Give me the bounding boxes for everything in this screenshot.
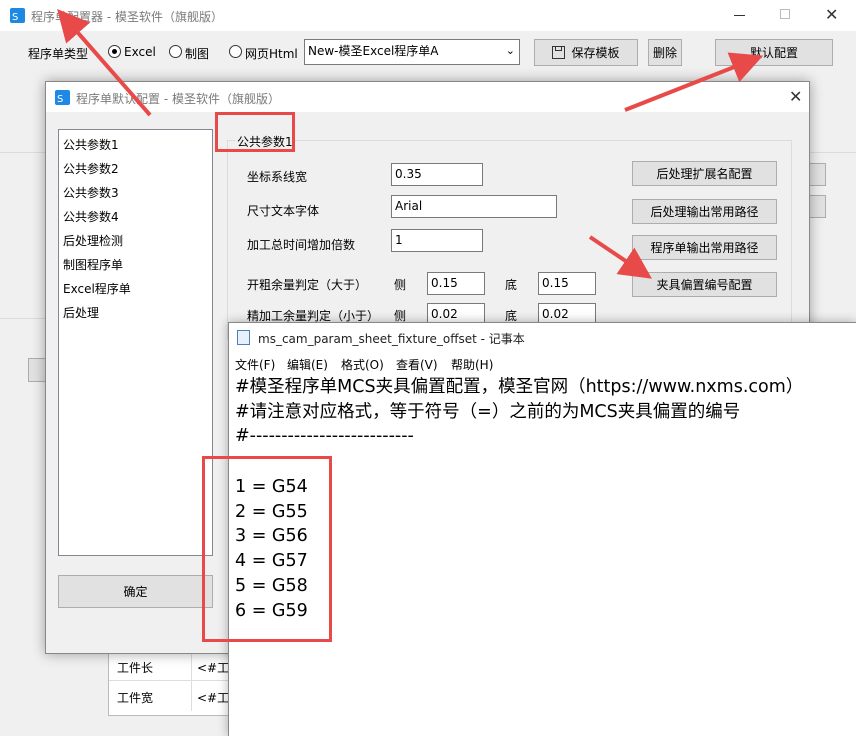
- radio-html-label: 网页Html: [245, 47, 298, 61]
- dim-font-value: Arial: [395, 199, 423, 213]
- rough-bottom-label: 底: [505, 278, 518, 292]
- rough-side-value: 0.15: [431, 276, 458, 290]
- menu-edit[interactable]: 编辑(E): [287, 356, 328, 373]
- coord-width-label: 坐标系线宽: [247, 170, 308, 184]
- list-item[interactable]: 公共参数3: [63, 184, 119, 201]
- radio-drawing[interactable]: [169, 45, 182, 58]
- delete-button[interactable]: 删除: [648, 39, 682, 66]
- menu-format[interactable]: 格式(O): [341, 356, 384, 373]
- table-row-value: <#工: [197, 661, 230, 675]
- rough-side-input[interactable]: 0.15: [427, 272, 485, 295]
- text-line: #模圣程序单MCS夹具偏置配置，模圣官网（https://www.nxms.co…: [235, 377, 804, 397]
- rough-bottom-input[interactable]: 0.15: [538, 272, 596, 295]
- svg-text:S: S: [57, 94, 63, 105]
- category-list[interactable]: 公共参数1 公共参数2 公共参数3 公共参数4 后处理检测 制图程序单 Exce…: [58, 129, 213, 556]
- fixture-offset-config-button[interactable]: 夹具偏置编号配置: [632, 272, 777, 297]
- list-item[interactable]: 后处理检测: [63, 232, 123, 249]
- coord-width-input[interactable]: 0.35: [391, 163, 483, 186]
- main-window-title: 程序单配置器 - 模圣软件（旗舰版）: [31, 10, 223, 24]
- dim-font-label: 尺寸文本字体: [247, 204, 320, 218]
- save-icon: [552, 46, 566, 59]
- radio-excel[interactable]: [108, 45, 121, 58]
- menu-file[interactable]: 文件(F): [235, 356, 275, 373]
- main-title-bar: S 程序单配置器 - 模圣软件（旗舰版） ✕: [0, 0, 856, 31]
- list-item[interactable]: 制图程序单: [63, 256, 123, 273]
- highlight-fixture-lines: [202, 456, 332, 642]
- notepad-title-bar: ms_cam_param_sheet_fixture_offset - 记事本: [229, 323, 856, 351]
- delete-label: 删除: [652, 46, 677, 60]
- table-row-label: 工件长: [117, 661, 154, 675]
- rough-bottom-value: 0.15: [542, 276, 569, 290]
- menu-view[interactable]: 查看(V): [396, 356, 438, 373]
- finish-side-value: 0.02: [431, 307, 458, 321]
- params-table: 工件长 <#工 工件宽 <#工: [108, 650, 234, 716]
- sheet-type-label: 程序单类型: [28, 47, 89, 61]
- save-template-label: 保存模板: [571, 46, 620, 60]
- post-output-path-button[interactable]: 后处理输出常用路径: [632, 199, 777, 224]
- fixture-offset-config-label: 夹具偏置编号配置: [656, 278, 753, 292]
- list-item[interactable]: 后处理: [63, 304, 99, 321]
- app-logo-icon: S: [10, 8, 25, 23]
- list-item[interactable]: 公共参数1: [63, 136, 119, 153]
- maximize-icon[interactable]: [780, 9, 790, 19]
- menu-help[interactable]: 帮助(H): [451, 356, 493, 373]
- list-item[interactable]: Excel程序单: [63, 280, 131, 297]
- ok-label: 确定: [123, 585, 148, 599]
- text-line: #请注意对应格式，等于符号（=）之前的为MCS夹具偏置的编号: [235, 402, 741, 422]
- time-mult-input[interactable]: 1: [391, 229, 483, 252]
- radio-excel-label: Excel: [124, 45, 156, 59]
- text-line: #--------------------------: [235, 426, 414, 446]
- list-item[interactable]: 公共参数2: [63, 160, 119, 177]
- table-row-label: 工件宽: [117, 691, 154, 705]
- minimize-icon[interactable]: [734, 15, 745, 16]
- radio-drawing-label: 制图: [185, 47, 210, 61]
- time-mult-value: 1: [395, 233, 403, 247]
- coord-width-value: 0.35: [395, 167, 422, 181]
- highlight-group-title: [215, 112, 295, 152]
- svg-text:S: S: [12, 12, 18, 23]
- dialog-logo-icon: S: [55, 90, 70, 105]
- chevron-down-icon: ⌄: [505, 44, 515, 57]
- table-row-value: <#工: [197, 691, 230, 705]
- time-mult-label: 加工总时间增加倍数: [247, 238, 356, 252]
- save-template-button[interactable]: 保存模板: [534, 39, 638, 66]
- dim-font-input[interactable]: Arial: [391, 195, 557, 218]
- template-select-value: New-模圣Excel程序单A: [308, 44, 439, 58]
- post-ext-config-button[interactable]: 后处理扩展名配置: [632, 161, 777, 186]
- dialog-title: 程序单默认配置 - 模圣软件（旗舰版）: [76, 92, 280, 106]
- sheet-output-path-label: 程序单输出常用路径: [650, 241, 759, 255]
- rough-side-label: 侧: [394, 278, 407, 292]
- dialog-close-icon[interactable]: ✕: [789, 87, 802, 106]
- default-config-label: 默认配置: [749, 46, 798, 60]
- rough-label: 开粗余量判定（大于）: [247, 278, 368, 292]
- template-select[interactable]: New-模圣Excel程序单A ⌄: [304, 39, 520, 65]
- dialog-title-bar: S 程序单默认配置 - 模圣软件（旗舰版） ✕: [46, 82, 809, 112]
- notepad-icon: [237, 330, 250, 345]
- sheet-output-path-button[interactable]: 程序单输出常用路径: [632, 235, 777, 260]
- ok-button[interactable]: 确定: [58, 575, 213, 608]
- post-ext-config-label: 后处理扩展名配置: [656, 167, 753, 181]
- close-icon[interactable]: ✕: [825, 5, 838, 24]
- default-config-button[interactable]: 默认配置: [715, 39, 833, 66]
- post-output-path-label: 后处理输出常用路径: [650, 205, 759, 219]
- list-item[interactable]: 公共参数4: [63, 208, 119, 225]
- notepad-title: ms_cam_param_sheet_fixture_offset - 记事本: [258, 332, 525, 346]
- radio-html[interactable]: [229, 45, 242, 58]
- finish-bottom-value: 0.02: [542, 307, 569, 321]
